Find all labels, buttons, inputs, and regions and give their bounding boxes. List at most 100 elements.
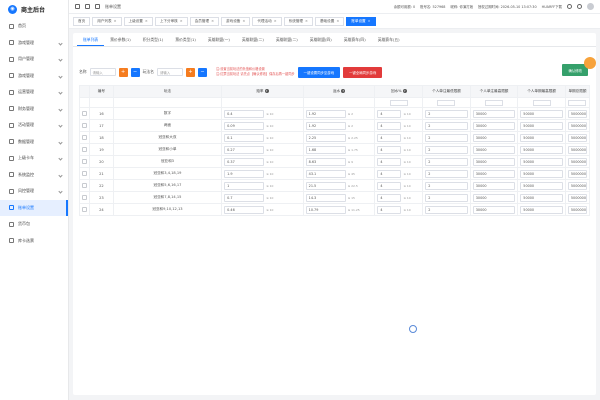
tab-tag[interactable]: 系统管理 ×	[283, 16, 313, 26]
download-link[interactable]: HUARFF下载	[542, 4, 562, 9]
single-min-input[interactable]: 2	[425, 193, 468, 202]
close-icon[interactable]: ×	[305, 19, 308, 23]
single-max-input[interactable]: 30000	[472, 193, 516, 202]
odds-input[interactable]: 0.09	[224, 121, 265, 130]
sidebar-item[interactable]: 库卡选票	[0, 233, 68, 250]
rate-input[interactable]: 4	[377, 109, 402, 118]
sidebar-item[interactable]: 运营管理	[0, 84, 68, 101]
rebate-input[interactable]: 10.79	[305, 205, 346, 214]
sidebar-item[interactable]: 系统监控	[0, 167, 68, 184]
rebate-input[interactable]: 14.3	[305, 193, 346, 202]
rate-input[interactable]: 4	[377, 121, 402, 130]
floating-action-icon[interactable]	[584, 57, 596, 69]
row-checkbox[interactable]	[82, 182, 87, 188]
single-min-input[interactable]: 2	[425, 121, 468, 130]
tab-tag[interactable]: 账单设置 ×	[346, 16, 376, 26]
single-max-input[interactable]: 30000	[472, 121, 516, 130]
tab-tag[interactable]: 上级设置 ×	[123, 16, 153, 26]
row-checkbox[interactable]	[82, 134, 87, 140]
subtab[interactable]: 票价类型(1)	[169, 34, 202, 46]
total-max-input[interactable]: 50000	[520, 193, 563, 202]
rate-input[interactable]: 4	[377, 157, 402, 166]
sidebar-item[interactable]: 货币包	[0, 216, 68, 233]
row-checkbox[interactable]	[82, 206, 87, 212]
close-icon[interactable]: ×	[180, 19, 183, 23]
sidebar-item[interactable]: 首页	[0, 18, 68, 35]
odds-input[interactable]: 0.27	[224, 145, 265, 154]
close-icon[interactable]: ×	[145, 19, 148, 23]
total-max-input[interactable]: 50000	[520, 181, 563, 190]
rebate-input[interactable]: 2.25	[305, 133, 346, 142]
sidebar-item[interactable]: 财务管理	[0, 101, 68, 118]
total-input[interactable]: 5000000	[567, 193, 587, 202]
single-min-input[interactable]: 2	[425, 133, 468, 142]
subtab[interactable]: 英雄赛车(四)	[338, 34, 372, 46]
tab-tag[interactable]: 首页	[73, 16, 91, 26]
single-min-input[interactable]: 2	[425, 145, 468, 154]
single-min-input[interactable]: 2	[425, 205, 468, 214]
rebate-input[interactable]: 8.63	[305, 157, 346, 166]
single-min-input[interactable]: 2	[425, 157, 468, 166]
tab-tag[interactable]: 会员管理 ×	[189, 16, 220, 26]
subtab[interactable]: 英雄联盟(一)	[202, 34, 236, 46]
single-max-input[interactable]: 30000	[472, 169, 516, 178]
tab-tag[interactable]: 上下分审核 ×	[154, 16, 188, 26]
total-max-input[interactable]: 50000	[520, 133, 563, 142]
add-icon[interactable]: +	[118, 67, 128, 77]
single-min-input[interactable]: 2	[425, 169, 468, 178]
row-checkbox[interactable]	[82, 146, 87, 152]
row-checkbox[interactable]	[82, 170, 87, 176]
subtab[interactable]: 英雄联盟(二)	[236, 34, 270, 46]
total-input[interactable]: 5000000	[567, 145, 587, 154]
single-max-input[interactable]: 30000	[472, 205, 516, 214]
total-max-input[interactable]: 50000	[520, 169, 563, 178]
tab-tag[interactable]: 代理活动 ×	[252, 16, 282, 26]
subtab[interactable]: 英雄联盟(四)	[304, 34, 338, 46]
subtab[interactable]: 票价参数(1)	[104, 34, 137, 46]
rebate-input[interactable]: 21.5	[305, 181, 346, 190]
total-max-input[interactable]: 50000	[520, 145, 563, 154]
tab-tag[interactable]: 用户列表 ×	[92, 16, 122, 26]
row-checkbox[interactable]	[82, 110, 87, 116]
single-min-input[interactable]: 2	[425, 181, 468, 190]
add-icon[interactable]: +	[185, 67, 195, 77]
sidebar-item[interactable]: 游戏管理	[0, 35, 68, 52]
tab-tag[interactable]: 游戏设备 ×	[221, 16, 251, 26]
total-input[interactable]: 5000000	[567, 121, 587, 130]
bulk-input[interactable]	[437, 99, 456, 106]
total-max-input[interactable]: 50000	[520, 205, 563, 214]
name-input[interactable]: 请输入	[89, 68, 116, 76]
rate-input[interactable]: 4	[377, 205, 402, 214]
close-icon[interactable]: ×	[336, 19, 339, 23]
bulk-input[interactable]	[532, 99, 551, 106]
single-max-input[interactable]: 30000	[472, 181, 516, 190]
close-icon[interactable]: ×	[211, 19, 214, 23]
rate-input[interactable]: 4	[377, 145, 402, 154]
close-icon[interactable]: ×	[368, 19, 371, 23]
tab-tag[interactable]: 基础设置 ×	[314, 16, 345, 26]
rate-input[interactable]: 4	[377, 133, 402, 142]
odds-input[interactable]: 0.4	[224, 109, 265, 118]
single-max-input[interactable]: 30000	[472, 133, 516, 142]
bulk-input[interactable]	[389, 99, 408, 106]
sync-all-button[interactable]: 一键全局同步游戏	[343, 66, 383, 78]
single-min-input[interactable]: 2	[425, 109, 468, 118]
odds-input[interactable]: 0.1	[224, 133, 265, 142]
sidebar-item[interactable]: 数据管理	[0, 134, 68, 151]
subtab[interactable]: 积分类型(1)	[137, 34, 170, 46]
close-icon[interactable]: ×	[274, 19, 277, 23]
row-checkbox[interactable]	[82, 122, 87, 128]
total-input[interactable]: 5000000	[567, 133, 587, 142]
odds-input[interactable]: 0.46	[224, 205, 265, 214]
rate-input[interactable]: 4	[377, 181, 402, 190]
total-input[interactable]: 5000000	[567, 205, 587, 214]
bulk-input[interactable]	[568, 99, 587, 106]
total-max-input[interactable]: 50000	[520, 121, 563, 130]
single-max-input[interactable]: 30000	[472, 157, 516, 166]
refresh-icon[interactable]	[85, 4, 90, 9]
fullscreen-icon[interactable]	[577, 4, 582, 9]
rate-input[interactable]: 4	[377, 169, 402, 178]
total-input[interactable]: 5000000	[567, 109, 587, 118]
rebate-input[interactable]: 1.92	[305, 109, 346, 118]
single-max-input[interactable]: 30000	[472, 109, 516, 118]
